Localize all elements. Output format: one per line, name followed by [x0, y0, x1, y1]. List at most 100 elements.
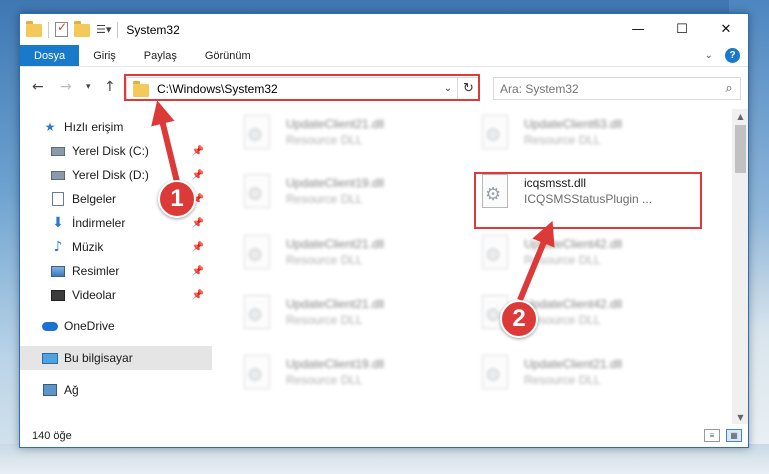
sidebar-item-label: Yerel Disk (C:)	[72, 144, 149, 158]
status-bar: 140 öğe ≡ ▦	[20, 424, 748, 447]
desktop-background-bottom	[0, 444, 769, 474]
pin-icon[interactable]: 📌	[192, 170, 204, 181]
customize-toolbar-icon[interactable]: ☰▾	[96, 23, 111, 36]
sidebar-item-quick-access[interactable]: ★ Hızlı erişim	[20, 115, 212, 139]
up-arrow-icon[interactable]: ↑	[104, 79, 116, 95]
file-explorer-window: ☰▾ System32 — ☐ ✕ Dosya Giriş Paylaş Gör…	[19, 13, 749, 448]
file-description: Resource DLL	[524, 313, 601, 327]
quick-access-toolbar: ☰▾	[20, 20, 119, 38]
scroll-down-icon[interactable]: ▼	[732, 410, 748, 424]
sidebar-item-label: OneDrive	[64, 319, 115, 333]
divider	[48, 21, 49, 38]
sidebar-item-documents[interactable]: Belgeler 📌	[20, 187, 212, 211]
sidebar-item-this-pc[interactable]: Bu bilgisayar	[20, 346, 212, 370]
file-name: UpdateClient42.dll	[524, 297, 623, 311]
sidebar-item-label: Hızlı erişim	[64, 120, 124, 134]
dll-file-icon: ⚙	[478, 235, 512, 273]
file-name: UpdateClient21.dll	[286, 297, 385, 311]
pin-icon[interactable]: 📌	[192, 194, 204, 205]
file-description: Resource DLL	[286, 373, 363, 387]
file-item-icqsmsst[interactable]: ⚙ icqsmsst.dll ICQSMSStatusPlugin ...	[478, 174, 698, 220]
dll-file-icon: ⚙	[478, 174, 512, 212]
dll-file-icon: ⚙	[240, 115, 274, 153]
scroll-up-icon[interactable]: ▲	[732, 109, 748, 123]
sidebar-item-downloads[interactable]: ⬇ İndirmeler 📌	[20, 211, 212, 235]
file-item[interactable]: ⚙ UpdateClient21.dll Resource DLL	[240, 235, 460, 281]
item-count: 140 öğe	[32, 430, 72, 442]
file-item[interactable]: ⚙ UpdateClient42.dll Resource DLL	[478, 295, 698, 341]
close-icon[interactable]: ✕	[704, 14, 748, 45]
pin-icon[interactable]: 📌	[192, 218, 204, 229]
sidebar-item-network[interactable]: Ağ	[20, 378, 212, 402]
file-item[interactable]: ⚙ UpdateClient21.dll Resource DLL	[240, 115, 460, 161]
address-dropdown-icon[interactable]: ⌄	[439, 83, 457, 94]
tab-view[interactable]: Görünüm	[191, 45, 265, 66]
address-path[interactable]: C:\Windows\System32	[157, 82, 439, 96]
folder-icon	[26, 21, 42, 37]
drive-icon	[50, 144, 66, 158]
sidebar-item-onedrive[interactable]: OneDrive	[20, 314, 212, 338]
file-name: UpdateClient63.dll	[524, 117, 623, 131]
sidebar-item-label: Belgeler	[72, 192, 117, 206]
dll-file-icon: ⚙	[240, 355, 274, 393]
file-name: UpdateClient42.dll	[524, 237, 623, 251]
help-icon[interactable]: ?	[725, 48, 740, 63]
tab-share[interactable]: Paylaş	[130, 45, 191, 66]
file-description: Resource DLL	[524, 253, 601, 267]
details-view-icon[interactable]: ≡	[704, 429, 720, 442]
pin-icon[interactable]: 📌	[192, 266, 204, 277]
minimize-icon[interactable]: —	[616, 14, 660, 45]
tab-file[interactable]: Dosya	[20, 45, 80, 66]
search-input[interactable]	[500, 81, 718, 96]
sidebar-item-label: İndirmeler	[72, 216, 126, 230]
new-folder-icon[interactable]	[74, 21, 90, 37]
sidebar-item-local-disk-d[interactable]: Yerel Disk (D:) 📌	[20, 163, 212, 187]
address-bar[interactable]: C:\Windows\System32 ⌄ ↻	[126, 77, 480, 100]
file-item[interactable]: ⚙ UpdateClient19.dll Resource DLL	[240, 174, 460, 220]
drive-icon	[50, 168, 66, 182]
back-arrow-icon[interactable]: ←	[32, 79, 44, 95]
window-title: System32	[126, 22, 180, 37]
search-icon[interactable]: ⌕	[718, 81, 740, 96]
file-item[interactable]: ⚙ UpdateClient21.dll Resource DLL	[478, 355, 698, 401]
dll-file-icon: ⚙	[478, 115, 512, 153]
tiles-view-icon[interactable]: ▦	[726, 429, 742, 442]
file-item[interactable]: ⚙ UpdateClient19.dll Resource DLL	[240, 355, 460, 401]
file-item[interactable]: ⚙ UpdateClient42.dll Resource DLL	[478, 235, 698, 281]
recent-locations-icon[interactable]: ▾	[86, 82, 91, 92]
refresh-icon[interactable]: ↻	[457, 78, 479, 99]
view-toggle: ≡ ▦	[704, 429, 742, 442]
sidebar-item-label: Müzik	[72, 240, 104, 254]
file-name: UpdateClient21.dll	[524, 357, 623, 371]
maximize-icon[interactable]: ☐	[660, 14, 704, 45]
file-item[interactable]: ⚙ UpdateClient21.dll Resource DLL	[240, 295, 460, 341]
file-name: UpdateClient19.dll	[286, 176, 385, 190]
pin-icon[interactable]: 📌	[192, 290, 204, 301]
scroll-thumb[interactable]	[735, 125, 746, 173]
file-name: UpdateClient21.dll	[286, 117, 385, 131]
search-box[interactable]: ⌕	[493, 77, 741, 100]
forward-arrow-icon[interactable]: →	[60, 79, 72, 95]
sidebar-item-pictures[interactable]: Resimler 📌	[20, 259, 212, 283]
sidebar-item-videos[interactable]: Videolar 📌	[20, 283, 212, 307]
computer-icon	[42, 351, 58, 365]
properties-icon[interactable]	[55, 20, 68, 37]
pin-icon[interactable]: 📌	[192, 146, 204, 157]
file-description: Resource DLL	[524, 373, 601, 387]
file-description: Resource DLL	[286, 192, 363, 206]
file-description: Resource DLL	[524, 133, 601, 147]
tab-home[interactable]: Giriş	[79, 45, 130, 66]
file-item[interactable]: ⚙ UpdateClient63.dll Resource DLL	[478, 115, 698, 161]
file-description: Resource DLL	[286, 133, 363, 147]
vertical-scrollbar[interactable]: ▲ ▼	[732, 109, 748, 424]
pictures-icon	[50, 264, 66, 278]
documents-icon	[50, 192, 66, 206]
expand-ribbon-icon[interactable]: ⌄	[705, 50, 713, 61]
ribbon-tabs: Dosya Giriş Paylaş Görünüm ⌄ ?	[20, 45, 748, 67]
sidebar-item-local-disk-c[interactable]: Yerel Disk (C:) 📌	[20, 139, 212, 163]
dll-file-icon: ⚙	[240, 295, 274, 333]
sidebar-item-music[interactable]: ♪ Müzik 📌	[20, 235, 212, 259]
dll-file-icon: ⚙	[240, 174, 274, 212]
dll-file-icon: ⚙	[478, 355, 512, 393]
pin-icon[interactable]: 📌	[192, 242, 204, 253]
